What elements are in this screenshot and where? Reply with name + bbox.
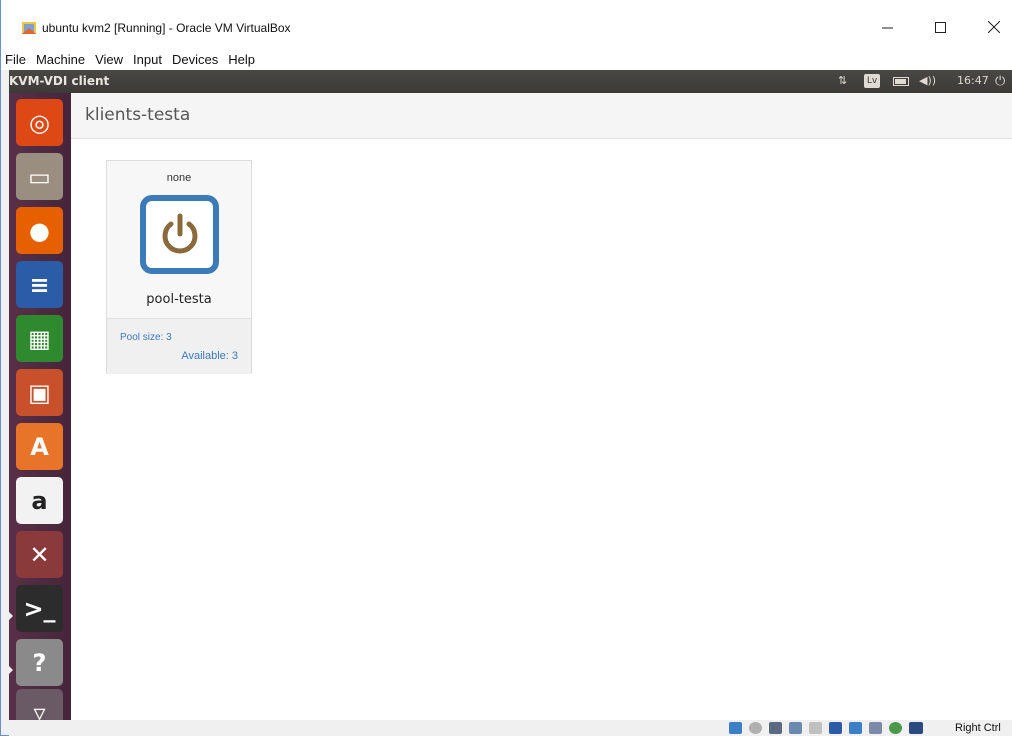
panel-app-title: KVM-VDI client <box>9 74 110 88</box>
menu-file[interactable]: File <box>5 52 26 67</box>
launcher-calc[interactable]: ▦ <box>16 315 63 362</box>
ubuntu-top-panel: KVM-VDI client ⇅ Lv ◀)) 16:47 ⏻ <box>9 70 1012 93</box>
pool-state: none <box>166 172 192 184</box>
mouse-integration-icon[interactable] <box>909 722 923 734</box>
menu-bar: File Machine View Input Devices Help <box>1 48 1012 70</box>
terminal-icon: >_ <box>23 594 56 623</box>
launcher-help[interactable]: ? <box>16 639 63 686</box>
launcher-files[interactable]: ▭ <box>16 153 63 200</box>
software-center-icon: A <box>30 432 49 461</box>
launcher-impress[interactable]: ▣ <box>16 369 63 416</box>
menu-view[interactable]: View <box>95 52 123 67</box>
pool-available: Available: 3 <box>181 350 238 362</box>
launcher-amazon[interactable]: a <box>16 477 63 524</box>
clock[interactable]: 16:47 <box>957 74 989 87</box>
pool-size: Pool size: 3 <box>120 332 172 343</box>
power-icon <box>162 213 197 253</box>
app-header: klients-testa <box>71 93 1012 139</box>
audio-status-icon[interactable] <box>769 722 782 734</box>
minimize-icon <box>881 27 893 28</box>
usb-status-icon[interactable] <box>809 722 822 734</box>
pool-name: pool-testa <box>146 292 212 307</box>
minimize-button[interactable] <box>864 12 910 42</box>
virtualization-status-icon[interactable] <box>889 722 902 734</box>
shared-folders-status-icon[interactable] <box>829 722 842 734</box>
optical-drive-status-icon[interactable] <box>749 722 762 734</box>
host-key-label: Right Ctrl <box>955 722 1001 734</box>
system-settings-icon: ✕ <box>29 540 50 569</box>
display-status-icon[interactable] <box>849 722 862 734</box>
ubuntu-launcher: ◎ ▭ ● ≡ ▦ ▣ Aa ✕ >_? ▿ <box>9 93 71 736</box>
help-icon: ? <box>32 648 47 677</box>
menu-input[interactable]: Input <box>133 52 162 67</box>
dash-home-icon: ◎ <box>29 108 50 137</box>
title-bar: ubuntu kvm2 [Running] - Oracle VM Virtua… <box>1 0 1012 48</box>
vm-status-bar: Right Ctrl <box>9 720 1012 736</box>
close-icon <box>988 21 1000 33</box>
menu-machine[interactable]: Machine <box>36 52 85 67</box>
launcher-dash-home[interactable]: ◎ <box>16 99 63 146</box>
pool-card-footer: Pool size: 3 Available: 3 <box>107 318 251 374</box>
pool-power-button[interactable] <box>140 195 219 274</box>
writer-icon: ≡ <box>29 270 50 299</box>
launcher-terminal[interactable]: >_ <box>16 585 63 632</box>
virtualbox-window: ubuntu kvm2 [Running] - Oracle VM Virtua… <box>0 0 1012 736</box>
network-icon[interactable]: ⇅ <box>838 74 847 87</box>
launcher-system-settings[interactable]: ✕ <box>16 531 63 578</box>
calc-icon: ▦ <box>28 324 51 353</box>
window-title: ubuntu kvm2 [Running] - Oracle VM Virtua… <box>42 21 291 35</box>
launcher-running-indicator <box>9 666 13 674</box>
amazon-icon: a <box>31 486 48 515</box>
menu-devices[interactable]: Devices <box>172 52 218 67</box>
impress-icon: ▣ <box>28 378 51 407</box>
menu-help[interactable]: Help <box>228 52 255 67</box>
launcher-running-indicator <box>9 612 13 620</box>
launcher-firefox[interactable]: ● <box>16 207 63 254</box>
hard-disk-status-icon[interactable] <box>729 722 742 734</box>
pool-card[interactable]: none pool-testa Pool size: 3 Available: … <box>106 160 252 374</box>
firefox-icon: ● <box>29 216 50 245</box>
files-icon: ▭ <box>28 162 51 191</box>
network-status-icon[interactable] <box>789 722 802 734</box>
page-title: klients-testa <box>85 105 191 125</box>
volume-icon[interactable]: ◀)) <box>919 74 936 87</box>
launcher-software-center[interactable]: A <box>16 423 63 470</box>
close-button[interactable] <box>971 12 1012 42</box>
maximize-icon <box>934 21 946 33</box>
power-menu-icon[interactable]: ⏻ <box>995 74 1005 89</box>
keyboard-layout-indicator[interactable]: Lv <box>864 74 880 88</box>
video-capture-status-icon[interactable] <box>869 722 882 734</box>
maximize-button[interactable] <box>917 12 963 42</box>
guest-screen: KVM-VDI client ⇅ Lv ◀)) 16:47 ⏻ ◎ ▭ ● ≡ ▦ ▣ Aa… <box>9 70 1012 736</box>
virtualbox-icon <box>22 22 36 34</box>
launcher-writer[interactable]: ≡ <box>16 261 63 308</box>
battery-icon[interactable] <box>893 77 909 86</box>
